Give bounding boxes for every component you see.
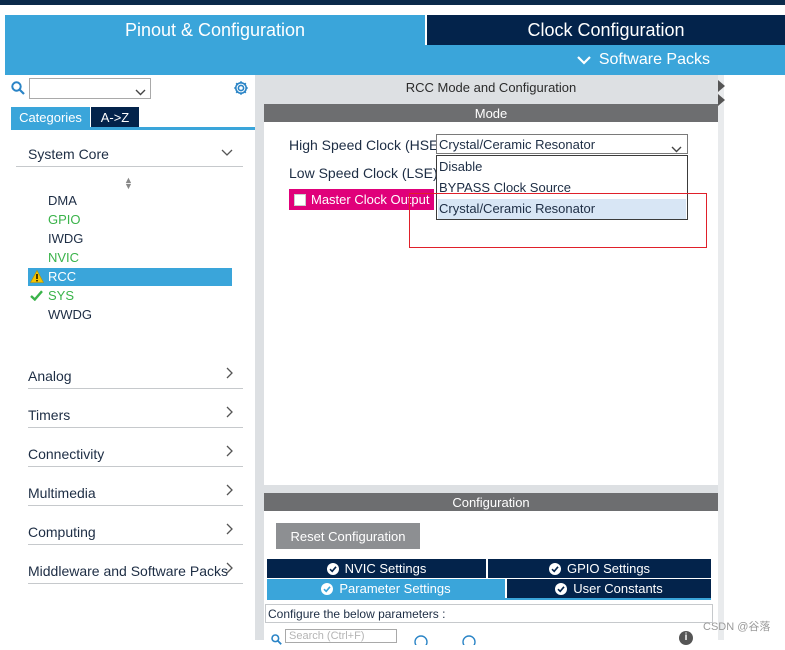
tab-clock-configuration[interactable]: Clock Configuration: [427, 15, 785, 45]
gear-icon[interactable]: [233, 80, 249, 96]
peripheral-item-gpio[interactable]: GPIO: [28, 211, 232, 229]
chevron-right-icon: [226, 483, 233, 499]
software-packs-bar: Software Packs: [5, 45, 785, 75]
category-computing[interactable]: Computing: [28, 520, 243, 545]
peripheral-label: RCC: [48, 269, 77, 284]
search-icon: [11, 81, 25, 95]
category-timers[interactable]: Timers: [28, 403, 243, 428]
checkmark-icon: [30, 289, 43, 304]
chevron-right-icon: [226, 561, 233, 577]
chevron-down-icon[interactable]: [135, 83, 146, 101]
category-multimedia[interactable]: Multimedia: [28, 481, 243, 506]
peripheral-item-rcc[interactable]: RCC: [28, 268, 232, 286]
tab-underline: [267, 598, 711, 600]
check-circle-icon: [326, 562, 339, 575]
category-label: Multimedia: [28, 485, 96, 501]
category-middleware[interactable]: Middleware and Software Packs: [28, 559, 243, 584]
tab-underline: [11, 127, 255, 130]
category-label: Connectivity: [28, 446, 105, 462]
category-label: Analog: [28, 368, 72, 384]
tab-gpio-settings[interactable]: GPIO Settings: [488, 559, 711, 578]
chevron-down-icon: [577, 55, 591, 65]
peripheral-label: SYS: [48, 288, 75, 303]
hse-select[interactable]: Crystal/Ceramic Resonator: [436, 134, 688, 154]
sort-arrows-icon[interactable]: ▲ ▼: [124, 176, 133, 191]
info-icon[interactable]: i: [679, 631, 693, 645]
chevron-right-icon: [226, 405, 233, 421]
search-icon: [271, 632, 282, 650]
highlight-box: [409, 193, 707, 248]
category-analog[interactable]: Analog: [28, 364, 243, 389]
tab-label: GPIO Settings: [566, 561, 651, 576]
category-label: Middleware and Software Packs: [28, 563, 228, 579]
chevron-right-icon: [226, 444, 233, 460]
watermark: CSDN @谷落: [703, 621, 771, 633]
lse-label: Low Speed Clock (LSE): [289, 165, 438, 181]
tab-user-constants[interactable]: User Constants: [507, 579, 711, 598]
peripheral-label: IWDG: [48, 231, 84, 246]
software-packs-menu[interactable]: Software Packs: [577, 45, 710, 75]
category-system-core[interactable]: System Core: [16, 142, 243, 167]
peripheral-label: WWDG: [48, 307, 93, 322]
configure-params-text: Configure the below parameters :: [265, 604, 713, 623]
search-placeholder: Search (Ctrl+F): [289, 630, 365, 642]
peripheral-item-sys[interactable]: SYS: [28, 287, 232, 305]
peripheral-item-nvic[interactable]: NVIC: [28, 249, 232, 267]
tab-label: NVIC Settings: [344, 561, 427, 576]
category-label: Timers: [28, 407, 71, 423]
rcc-panel-title: RCC Mode and Configuration: [405, 80, 577, 95]
peripheral-item-dma[interactable]: DMA: [28, 192, 232, 210]
tab-a-z[interactable]: A->Z: [91, 107, 139, 127]
chevron-right-icon: [226, 366, 233, 382]
hse-option-disable[interactable]: Disable: [438, 157, 686, 177]
chevron-right-icon: [226, 522, 233, 538]
parameter-search-input[interactable]: Search (Ctrl+F): [285, 629, 397, 643]
peripheral-item-iwdg[interactable]: IWDG: [28, 230, 232, 248]
hse-selected-value: Crystal/Ceramic Resonator: [439, 137, 596, 152]
tab-label: Parameter Settings: [339, 581, 451, 596]
configuration-header: Configuration: [264, 493, 718, 511]
right-edge: [718, 75, 724, 640]
collapse-arrow-icon[interactable]: [718, 80, 725, 111]
peripheral-item-wwdg[interactable]: WWDG: [28, 306, 232, 324]
expand-all-icon[interactable]: [414, 632, 428, 650]
category-label: System Core: [28, 146, 109, 162]
peripheral-label: GPIO: [48, 212, 81, 227]
tab-pinout-configuration[interactable]: Pinout & Configuration: [5, 15, 425, 45]
warning-icon: [29, 269, 45, 286]
tab-label: User Constants: [573, 581, 663, 596]
option-label: Disable: [439, 159, 483, 174]
reset-configuration-button[interactable]: Reset Configuration: [276, 523, 420, 549]
tab-nvic-settings[interactable]: NVIC Settings: [267, 559, 486, 578]
mode-header: Mode: [264, 104, 718, 122]
hse-label: High Speed Clock (HSE): [289, 137, 444, 153]
top-strip: [0, 0, 785, 5]
chevron-down-icon: [671, 141, 682, 156]
check-circle-icon: [548, 562, 561, 575]
category-label: Computing: [28, 524, 96, 540]
tab-parameter-settings[interactable]: Parameter Settings: [267, 579, 505, 598]
panel-splitter[interactable]: [255, 75, 264, 640]
peripheral-label: DMA: [48, 193, 77, 208]
peripheral-search-combo[interactable]: [29, 78, 151, 99]
check-circle-icon: [555, 582, 568, 595]
peripheral-label: NVIC: [48, 250, 80, 265]
tab-categories[interactable]: Categories: [11, 107, 90, 127]
configure-label: Configure the below parameters :: [268, 607, 446, 621]
check-circle-icon: [321, 582, 334, 595]
software-packs-label: Software Packs: [598, 51, 710, 68]
collapse-all-icon[interactable]: [462, 632, 476, 650]
chevron-down-icon: [221, 143, 233, 159]
category-connectivity[interactable]: Connectivity: [28, 442, 243, 467]
checkbox-icon[interactable]: [294, 194, 306, 206]
